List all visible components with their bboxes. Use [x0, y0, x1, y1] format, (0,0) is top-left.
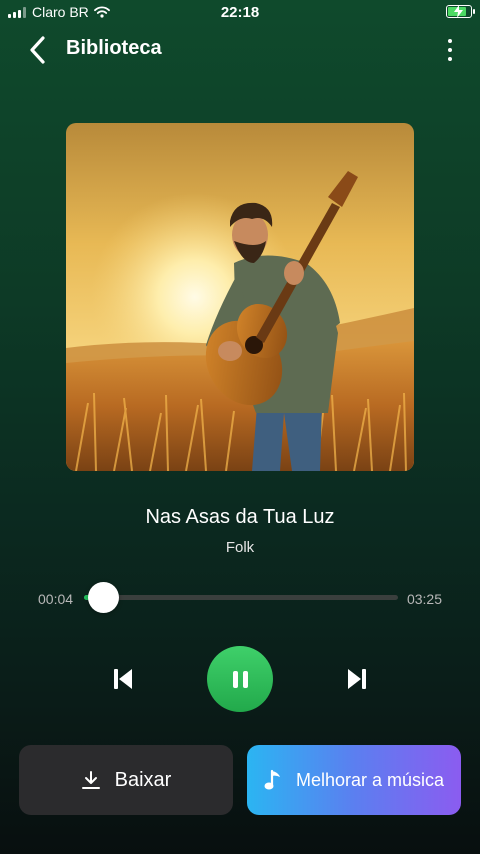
enhance-music-button[interactable]: Melhorar a música — [247, 745, 461, 815]
song-title: Nas Asas da Tua Luz — [145, 506, 335, 528]
music-note-icon — [264, 769, 280, 790]
more-options-button[interactable] — [440, 34, 460, 66]
song-genre: Folk — [225, 539, 255, 556]
page-title: Biblioteca — [66, 37, 162, 59]
download-label: Baixar — [114, 768, 172, 791]
more-vertical-icon — [448, 39, 452, 43]
enhance-label: Melhorar a música — [295, 769, 445, 790]
pause-icon — [232, 670, 238, 688]
total-time: 03:25 — [406, 591, 442, 607]
skip-previous-icon — [114, 669, 132, 689]
download-icon — [81, 771, 100, 789]
skip-next-icon — [348, 669, 366, 689]
header: Biblioteca — [0, 30, 480, 70]
status-time: 22:18 — [220, 4, 260, 21]
progress-bar[interactable] — [84, 582, 398, 613]
progress-thumb[interactable] — [87, 582, 119, 613]
current-time: 00:04 — [38, 591, 74, 607]
album-cover — [66, 123, 414, 471]
back-button[interactable] — [22, 34, 52, 66]
pause-button[interactable] — [207, 646, 273, 712]
battery-icon — [446, 5, 475, 18]
status-bar: Claro BR 22:18 — [0, 0, 480, 26]
next-button[interactable] — [342, 664, 372, 694]
chevron-left-icon — [30, 36, 45, 64]
previous-button[interactable] — [108, 664, 138, 694]
download-button[interactable]: Baixar — [19, 745, 233, 815]
